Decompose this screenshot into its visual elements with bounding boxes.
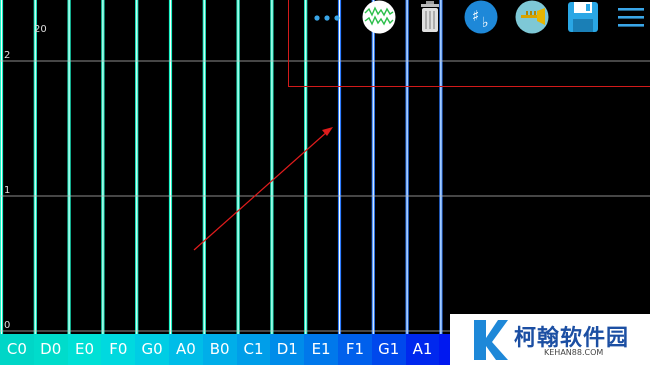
note-key-d0[interactable]: D0 bbox=[33, 334, 68, 365]
note-key-f1[interactable]: F1 bbox=[338, 334, 372, 365]
note-key-b0[interactable]: B0 bbox=[202, 334, 237, 365]
note-key-a0[interactable]: A0 bbox=[169, 334, 203, 365]
trash-icon[interactable] bbox=[413, 0, 447, 34]
note-key-e0[interactable]: E0 bbox=[67, 334, 102, 365]
note-key-e1[interactable]: E1 bbox=[304, 334, 338, 365]
menu-icon[interactable] bbox=[614, 2, 648, 32]
watermark-badge: 柯翰软件园 KEHAN88.COM bbox=[450, 314, 650, 365]
note-key-d1[interactable]: D1 bbox=[270, 334, 305, 365]
note-key-c1[interactable]: C1 bbox=[236, 334, 271, 365]
note-key-f0[interactable]: F0 bbox=[101, 334, 136, 365]
watermark-logo-icon bbox=[474, 320, 508, 360]
sharp-flat-icon[interactable]: ♯ ♭ bbox=[463, 0, 499, 34]
watermark-subtitle: KEHAN88.COM bbox=[544, 348, 604, 357]
save-icon[interactable] bbox=[566, 0, 600, 34]
svg-text:♯: ♯ bbox=[472, 7, 479, 25]
waveform-icon[interactable] bbox=[361, 0, 397, 34]
note-key-g1[interactable]: G1 bbox=[371, 334, 406, 365]
y-tick-0: 0 bbox=[4, 320, 11, 331]
gridlines bbox=[0, 60, 650, 332]
note-key-a1[interactable]: A1 bbox=[405, 334, 440, 365]
trumpet-icon[interactable] bbox=[514, 0, 550, 34]
swipe-arrow bbox=[193, 127, 333, 251]
note-key-c0[interactable]: C0 bbox=[0, 334, 34, 365]
scale-label: 20 bbox=[34, 24, 47, 35]
y-tick-2: 2 bbox=[4, 50, 11, 61]
svg-text:♭: ♭ bbox=[482, 15, 489, 31]
y-tick-1: 1 bbox=[4, 185, 11, 196]
more-icon[interactable] bbox=[310, 2, 344, 32]
note-key-g0[interactable]: G0 bbox=[135, 334, 169, 365]
